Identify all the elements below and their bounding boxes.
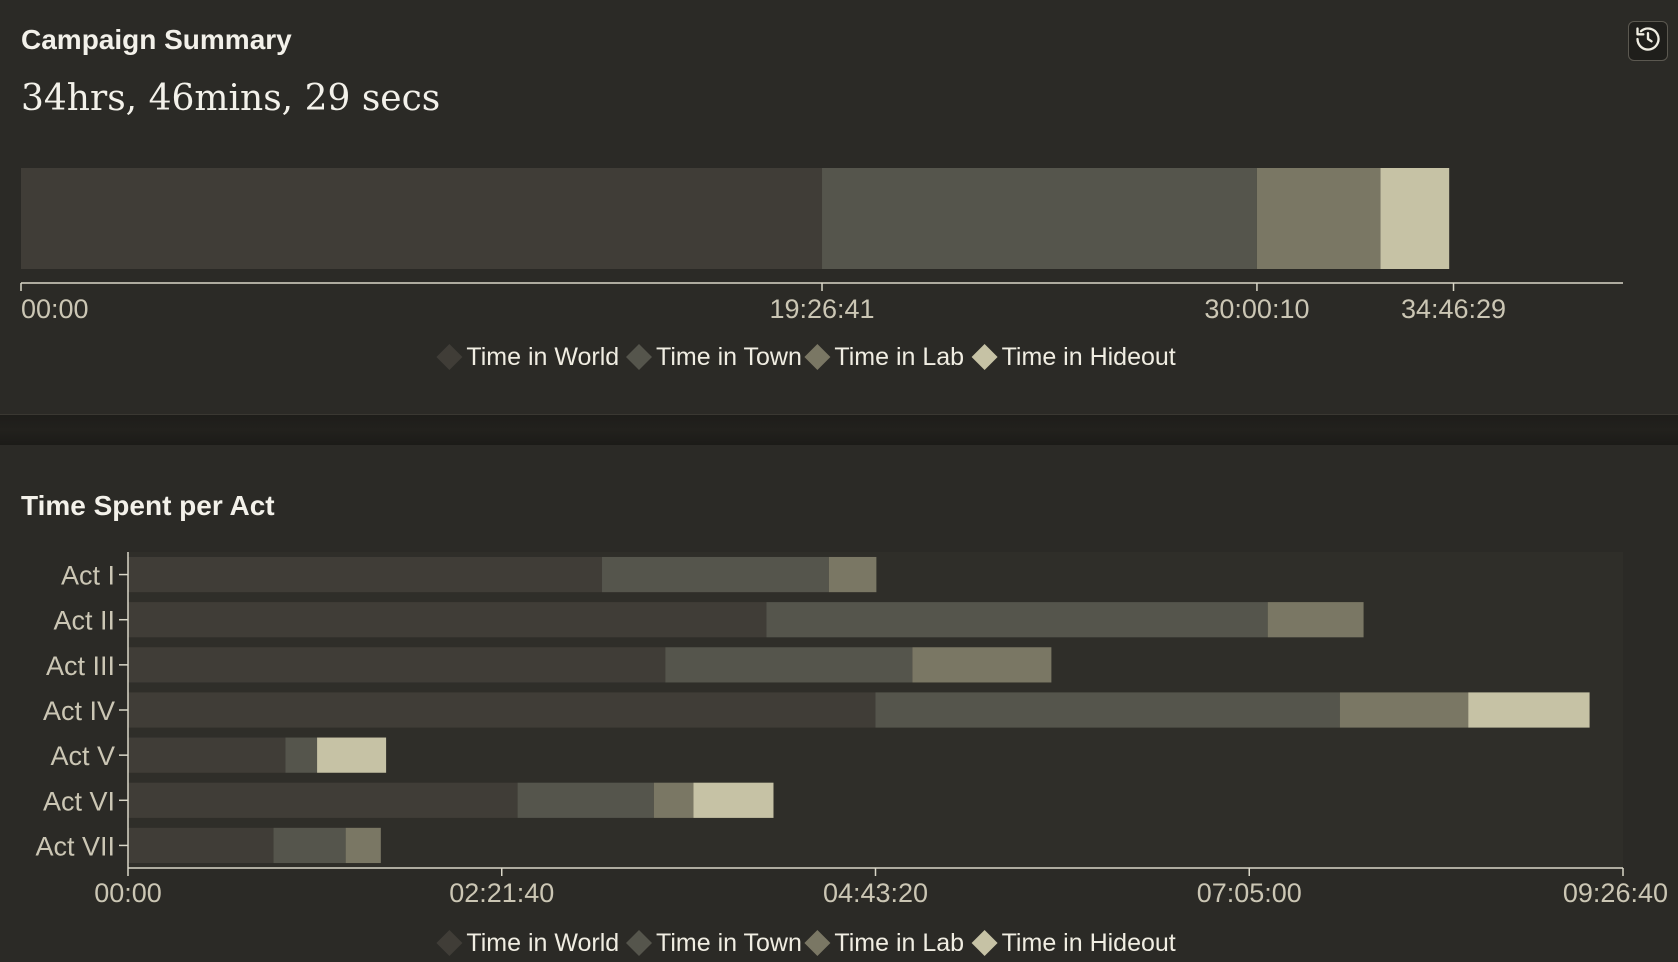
bar-act-vii-time-in-lab[interactable] [345,827,381,864]
bar-act-iii-time-in-lab[interactable] [912,647,1052,683]
legend-label-time-in-lab[interactable]: Time in Lab [834,929,964,957]
legend-label-time-in-town[interactable]: Time in Town [656,929,802,957]
legend-swatch-time-in-hideout[interactable] [971,344,998,370]
legend-swatch-time-in-town[interactable] [626,344,652,370]
legend-swatch-time-in-lab[interactable] [804,930,831,956]
campaign-summary-panel: Campaign Summary 34hrs, 46mins, 29 secs … [0,0,1678,414]
legend-label-time-in-hideout[interactable]: Time in Hideout [1002,343,1176,371]
bar-act-iv-time-in-world[interactable] [128,692,876,728]
bar-act-vi-time-in-hideout[interactable] [693,782,774,818]
x-tick-label: 07:05:00 [1197,878,1302,908]
y-tick-label-act-iii: Act III [46,651,115,681]
bar-act-vi-time-in-town[interactable] [517,782,654,818]
x-tick-label: 09:26:40 [1563,878,1668,908]
legend-swatch-time-in-world[interactable] [436,930,463,956]
legend-swatch-time-in-lab[interactable] [804,344,831,370]
legend-swatch-time-in-world[interactable] [436,344,463,370]
summary-tick-label: 19:26:41 [769,294,874,324]
y-tick-label-act-vi: Act VI [43,786,115,816]
bar-act-iv-time-in-lab[interactable] [1339,692,1469,728]
bar-act-ii-time-in-world[interactable] [128,602,767,638]
bar-act-iii-time-in-town[interactable] [665,647,913,683]
y-tick-label-act-v: Act V [50,741,115,771]
summary-chart: 00:00 19:26:41 30:00:10 34:46:29 Time in Wor… [20,168,1623,371]
bar-act-ii-time-in-town[interactable] [766,602,1268,638]
legend-label-time-in-lab[interactable]: Time in Lab [834,343,964,371]
legend-label-time-in-world[interactable]: Time in World [466,343,619,371]
bar-act-vi-time-in-lab[interactable] [653,782,694,818]
x-tick-label: 04:43:20 [823,878,928,908]
bar-act-ii-time-in-lab[interactable] [1267,602,1364,638]
bar-act-v-time-in-world[interactable] [128,737,286,773]
bar-act-vii-time-in-world[interactable] [128,827,274,864]
legend: Time in World Time in Town Time in Lab Time… [436,929,1176,957]
bar-act-v-time-in-town[interactable] [285,737,318,773]
y-tick-label-act-iv: Act IV [43,696,115,726]
bar-act-vi-time-in-world[interactable] [128,782,518,818]
y-tick-label-act-i: Act I [61,561,115,591]
acts-chart: Act I Act II Act III Act IV Act V Act VI Act V… [35,552,1668,957]
summary-bar-time-in-hideout[interactable] [1380,168,1450,269]
bar-act-i-time-in-world[interactable] [128,556,603,593]
bar-act-i-time-in-lab[interactable] [828,556,877,593]
legend: Time in World Time in Town Time in Lab Time… [436,343,1176,371]
legend-swatch-time-in-hideout[interactable] [971,930,998,956]
bar-act-iv-time-in-hideout[interactable] [1468,692,1590,728]
legend-swatch-time-in-town[interactable] [626,930,652,956]
legend-label-time-in-world[interactable]: Time in World [466,929,619,957]
x-tick-label: 00:00 [94,878,162,908]
summary-tick-label: 34:46:29 [1401,294,1506,324]
bar-act-i-time-in-town[interactable] [602,556,829,593]
section-divider [0,414,1678,446]
summary-bar-time-in-lab[interactable] [1256,168,1381,269]
summary-tick-label: 30:00:10 [1204,294,1309,324]
summary-bar-time-in-town[interactable] [822,168,1257,269]
bar-act-iii-time-in-world[interactable] [128,647,666,683]
y-tick-label-act-ii: Act II [53,606,115,636]
summary-bar-time-in-world[interactable] [21,168,823,269]
bar-act-iv-time-in-town[interactable] [875,692,1340,728]
summary-tick-label: 00:00 [21,294,89,324]
y-tick-label-act-vii: Act VII [35,831,115,861]
x-tick-label: 02:21:40 [449,878,554,908]
legend-label-time-in-hideout[interactable]: Time in Hideout [1002,929,1176,957]
legend-label-time-in-town[interactable]: Time in Town [656,343,802,371]
acts-panel: Time Spent per Act Act I Act II Act III Act… [0,445,1678,962]
bar-act-vii-time-in-town[interactable] [273,827,346,864]
bar-act-v-time-in-hideout[interactable] [317,737,387,773]
